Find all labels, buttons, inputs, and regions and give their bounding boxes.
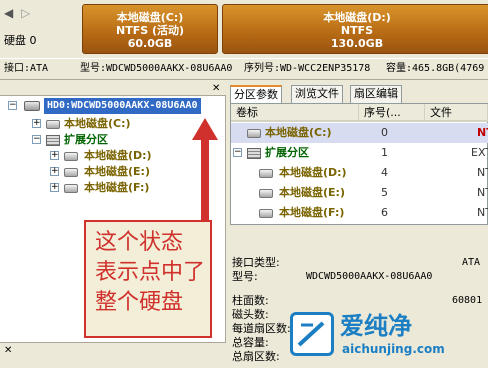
partition-icon <box>259 169 273 178</box>
tree-pane-footer <box>0 342 226 368</box>
partition-fs: NTFS <box>340 24 374 37</box>
partition-icon <box>259 209 273 218</box>
watermark-url: aichunjing.com <box>342 342 445 356</box>
close-icon[interactable]: ✕ <box>212 84 222 94</box>
partition-icon <box>64 168 78 177</box>
table-row[interactable]: 本地磁盘(F:) 6 NT <box>231 203 488 223</box>
row-label: 本地磁盘(F:) <box>279 206 345 219</box>
row-seq: 4 <box>381 166 388 179</box>
tree-disk-label: HD0:WDCWD5000AAKX-08U6AA0 <box>44 98 201 114</box>
model-value: WDCWD5000AAKX-08U6AA0 <box>306 271 433 282</box>
expand-toggle-icon[interactable]: + <box>50 151 59 160</box>
callout-line: 这个状态 <box>95 230 184 255</box>
capacity-text: 容量:465.8GB(4769 <box>386 63 485 74</box>
collapse-toggle-icon[interactable]: − <box>8 101 17 110</box>
tab-browse-files[interactable]: 浏览文件 <box>291 85 343 103</box>
extended-partition-icon <box>247 148 261 159</box>
callout-line: 表示点中了 <box>95 260 206 285</box>
close-icon[interactable]: ✕ <box>4 345 12 356</box>
column-header-fs[interactable]: 文件 <box>425 104 488 122</box>
interface-type-label: 接口类型: <box>232 256 280 269</box>
interface-text: 接口:ATA <box>4 63 49 74</box>
table-row[interactable]: − 扩展分区 1 EXT <box>231 143 488 163</box>
annotation-callout: 这个状态 表示点中了 整个硬盘 <box>84 220 212 338</box>
cylinders-value: 60801 <box>452 295 483 306</box>
row-fs: NT <box>477 206 488 219</box>
sectors-per-track-label: 每道扇区数: <box>232 322 291 335</box>
tab-partition-params[interactable]: 分区参数 <box>230 85 282 104</box>
partition-size: 60.0GB <box>127 37 173 50</box>
interface-type-value: ATA <box>462 257 481 268</box>
table-row[interactable]: 本地磁盘(C:) 0 NT <box>231 123 488 143</box>
partition-icon <box>64 184 78 193</box>
nav-back-icon[interactable]: ◀ <box>4 6 14 20</box>
partition-fs: NTFS (活动) <box>115 24 185 37</box>
tree-item-label: 本地磁盘(E:) <box>84 165 150 178</box>
tree-item-label: 扩展分区 <box>64 133 108 146</box>
watermark-brand: 爱纯净 <box>340 312 412 340</box>
collapse-toggle-icon[interactable]: − <box>233 148 242 157</box>
row-fs: EXT <box>471 146 488 159</box>
row-seq: 6 <box>381 206 388 219</box>
partition-block-c[interactable]: 本地磁盘(C:) NTFS (活动) 60.0GB <box>82 4 218 54</box>
total-sectors-label: 总扇区数: <box>232 350 280 363</box>
total-capacity-label: 总容量: <box>232 336 269 349</box>
tree-item-label: 本地磁盘(D:) <box>84 149 152 162</box>
disk-info-line: 接口:ATA 型号:WDCWD5000AAKX-08U6AA0 序列号:WD-W… <box>0 58 488 80</box>
row-seq: 5 <box>381 186 388 199</box>
cylinders-label: 柱面数: <box>232 294 269 307</box>
column-header-label[interactable]: 卷标 <box>231 104 359 122</box>
table-row[interactable]: 本地磁盘(D:) 4 NT <box>231 163 488 183</box>
nav-forward-icon[interactable]: ▷ <box>21 6 31 20</box>
partition-icon <box>247 129 261 138</box>
extended-partition-icon <box>46 135 60 146</box>
callout-line: 整个硬盘 <box>95 290 184 315</box>
partition-block-d[interactable]: 本地磁盘(D:) NTFS 130.0GB <box>222 4 488 54</box>
expand-toggle-icon[interactable]: + <box>50 183 59 192</box>
row-seq: 1 <box>381 146 388 159</box>
partition-name: 本地磁盘(C:) <box>116 11 184 24</box>
heads-label: 磁头数: <box>232 308 269 321</box>
watermark-logo-icon <box>290 312 334 356</box>
row-fs: NT <box>477 166 488 179</box>
partition-name: 本地磁盘(D:) <box>323 11 391 24</box>
partition-icon <box>46 120 60 129</box>
row-fs: NT <box>477 186 488 199</box>
model-label: 型号: <box>232 270 258 283</box>
expand-toggle-icon[interactable]: + <box>32 119 41 128</box>
tree-item-label: 本地磁盘(F:) <box>84 181 150 194</box>
expand-toggle-icon[interactable]: + <box>50 167 59 176</box>
annotation-arrow-icon <box>192 118 218 224</box>
row-label: 本地磁盘(C:) <box>265 126 332 139</box>
hard-disk-icon <box>24 101 40 111</box>
row-label: 本地磁盘(E:) <box>279 186 345 199</box>
partition-icon <box>64 152 78 161</box>
column-header-seq[interactable]: 序号(... <box>359 104 425 122</box>
row-label: 扩展分区 <box>265 146 309 159</box>
row-label: 本地磁盘(D:) <box>279 166 347 179</box>
row-fs: NT <box>477 126 488 139</box>
partition-size: 130.0GB <box>330 37 384 50</box>
tree-item-disk[interactable]: − HD0:WDCWD5000AAKX-08U6AA0 <box>4 98 224 114</box>
tab-sector-edit[interactable]: 扇区编辑 <box>350 85 402 103</box>
model-text: 型号:WDCWD5000AAKX-08U6AA0 <box>80 63 233 74</box>
disk-label: 硬盘 0 <box>4 34 37 47</box>
tree-pane-header <box>0 82 226 96</box>
row-seq: 0 <box>381 126 388 139</box>
partition-icon <box>259 189 273 198</box>
table-row[interactable]: 本地磁盘(E:) 5 NT <box>231 183 488 203</box>
collapse-toggle-icon[interactable]: − <box>32 135 41 144</box>
serial-text: 序列号:WD-WCC2ENP35178 <box>244 63 371 74</box>
tree-item-label: 本地磁盘(C:) <box>64 117 131 130</box>
